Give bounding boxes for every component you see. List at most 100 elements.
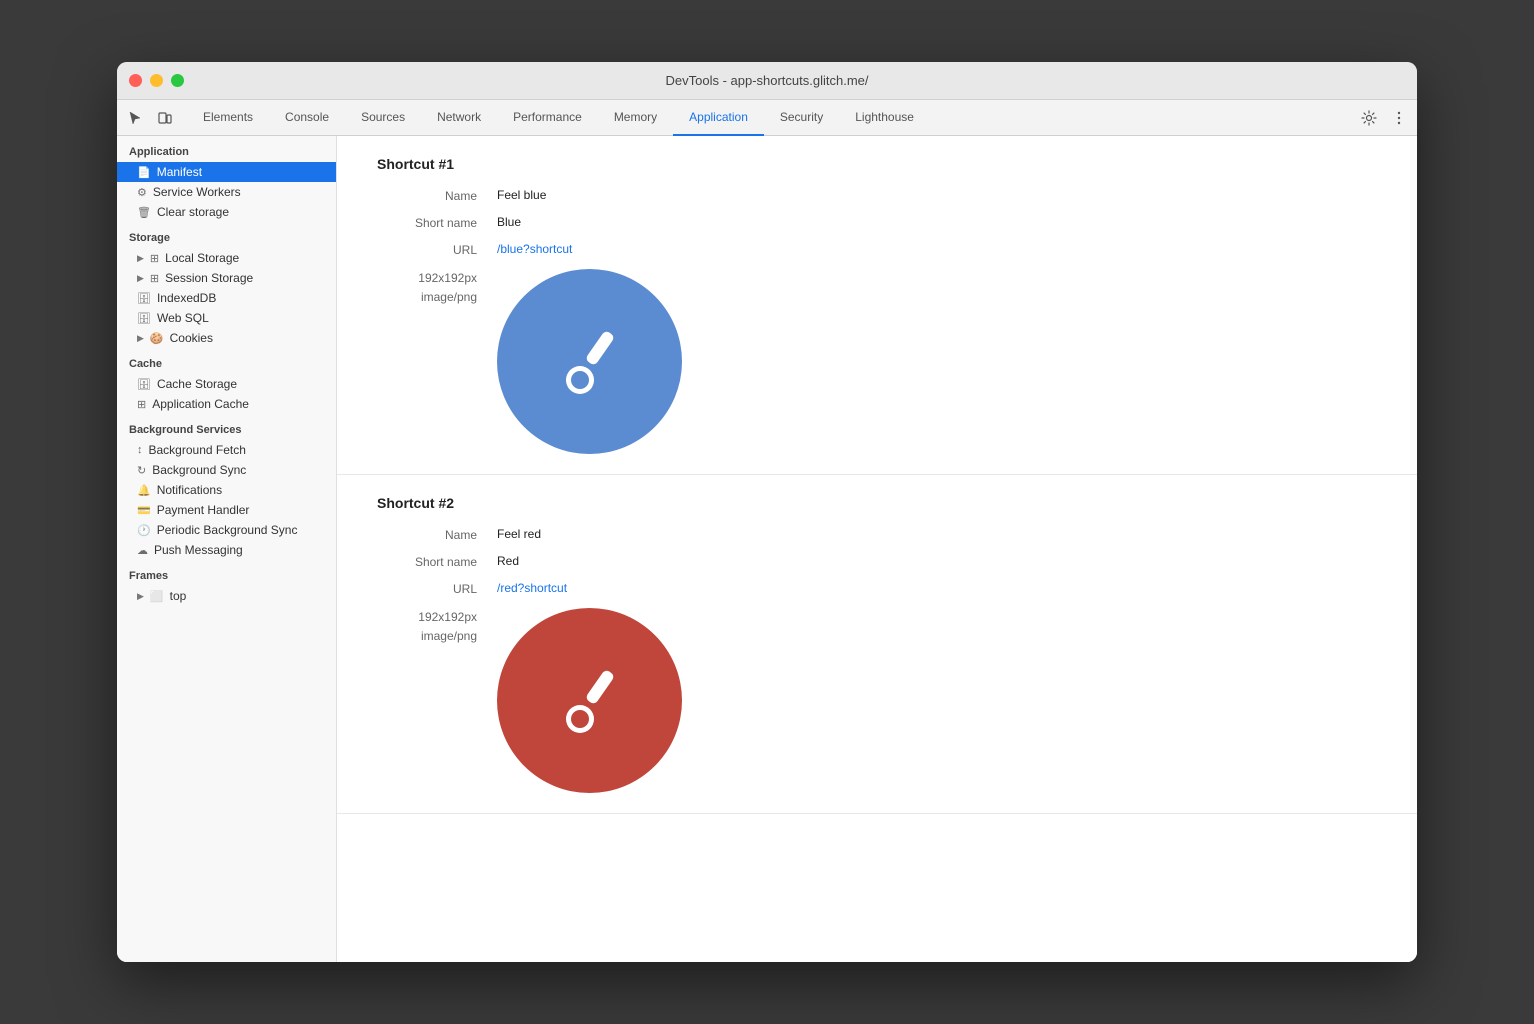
shortcut-1-short-name-label: Short name	[377, 215, 497, 230]
close-button[interactable]	[129, 74, 142, 87]
tab-elements[interactable]: Elements	[187, 100, 269, 136]
tab-sources[interactable]: Sources	[345, 100, 421, 136]
tabs-container: Elements Console Sources Network Perform…	[187, 100, 1355, 136]
sidebar-item-application-cache[interactable]: ⊞ Application Cache	[117, 394, 336, 414]
sidebar-item-periodic-background-sync[interactable]: 🕐 Periodic Background Sync	[117, 520, 336, 540]
shortcut-1-type-label: image/png	[377, 288, 477, 307]
devtools-panel: Elements Console Sources Network Perform…	[117, 100, 1417, 962]
shortcut-1-section: Shortcut #1 Name Feel blue Short name Bl…	[337, 136, 1417, 475]
shortcut-2-type-label: image/png	[377, 627, 477, 646]
maximize-button[interactable]	[171, 74, 184, 87]
tab-lighthouse[interactable]: Lighthouse	[839, 100, 930, 136]
cursor-icon-button[interactable]	[121, 104, 149, 132]
service-workers-icon: ⚙	[137, 186, 147, 199]
sidebar-item-service-workers[interactable]: ⚙ Service Workers	[117, 182, 336, 202]
tab-application[interactable]: Application	[673, 100, 764, 136]
shortcut-2-url-value[interactable]: /red?shortcut	[497, 581, 567, 595]
tab-memory[interactable]: Memory	[598, 100, 673, 136]
payment-handler-icon: 💳	[137, 504, 151, 517]
sidebar-item-web-sql[interactable]: 🗄 Web SQL	[117, 308, 336, 328]
tab-bar-right-controls	[1355, 104, 1413, 132]
sidebar-item-push-messaging[interactable]: ☁ Push Messaging	[117, 540, 336, 560]
frames-section-header: Frames	[117, 560, 336, 586]
shortcut-2-url-row: URL /red?shortcut	[377, 581, 1377, 596]
shortcut-2-title: Shortcut #2	[377, 495, 1377, 511]
tab-security[interactable]: Security	[764, 100, 839, 136]
sidebar-item-cache-storage[interactable]: 🗄 Cache Storage	[117, 374, 336, 394]
sidebar-item-clear-storage[interactable]: 🗑 Clear storage	[117, 202, 336, 222]
shortcut-1-name-row: Name Feel blue	[377, 188, 1377, 203]
shortcut-1-short-name-value: Blue	[497, 215, 521, 229]
window-title: DevTools - app-shortcuts.glitch.me/	[665, 73, 868, 88]
tab-bar: Elements Console Sources Network Perform…	[117, 100, 1417, 136]
expand-local-storage-arrow: ▶	[137, 253, 144, 264]
blue-paint-brush-icon	[550, 322, 630, 402]
expand-cookies-arrow: ▶	[137, 333, 144, 344]
title-bar: DevTools - app-shortcuts.glitch.me/	[117, 62, 1417, 100]
clear-storage-icon: 🗑	[137, 206, 151, 219]
background-sync-icon: ↻	[137, 464, 146, 477]
shortcut-2-name-row: Name Feel red	[377, 527, 1377, 542]
sidebar-item-local-storage[interactable]: ▶ ⊞ Local Storage	[117, 248, 336, 268]
tab-performance[interactable]: Performance	[497, 100, 598, 136]
more-options-button[interactable]	[1385, 104, 1413, 132]
window-controls	[129, 74, 184, 87]
shortcut-1-name-value: Feel blue	[497, 188, 546, 202]
shortcut-1-url-row: URL /blue?shortcut	[377, 242, 1377, 257]
content-area: Shortcut #1 Name Feel blue Short name Bl…	[337, 136, 1417, 962]
shortcut-1-url-value[interactable]: /blue?shortcut	[497, 242, 572, 256]
local-storage-icon: ⊞	[150, 252, 159, 265]
shortcut-2-short-name-label: Short name	[377, 554, 497, 569]
shortcut-2-image-meta: 192x192px image/png	[377, 608, 497, 646]
tab-console[interactable]: Console	[269, 100, 345, 136]
sidebar-item-indexeddb[interactable]: 🗄 IndexedDB	[117, 288, 336, 308]
frame-icon: ⬜	[150, 590, 164, 603]
sidebar-item-payment-handler[interactable]: 💳 Payment Handler	[117, 500, 336, 520]
shortcut-1-image-row: 192x192px image/png	[377, 269, 1377, 454]
shortcut-1-icon	[497, 269, 682, 454]
shortcut-2-short-name-value: Red	[497, 554, 519, 568]
browser-window: DevTools - app-shortcuts.glitch.me/	[117, 62, 1417, 962]
expand-top-arrow: ▶	[137, 591, 144, 602]
shortcut-1-short-name-row: Short name Blue	[377, 215, 1377, 230]
red-paint-brush-icon	[550, 661, 630, 741]
periodic-background-sync-icon: 🕐	[137, 524, 151, 537]
settings-button[interactable]	[1355, 104, 1383, 132]
shortcut-2-short-name-row: Short name Red	[377, 554, 1377, 569]
shortcut-2-name-value: Feel red	[497, 527, 541, 541]
application-section-header: Application	[117, 136, 336, 162]
sidebar-item-top-frame[interactable]: ▶ ⬜ top	[117, 586, 336, 606]
minimize-button[interactable]	[150, 74, 163, 87]
tab-network[interactable]: Network	[421, 100, 497, 136]
web-sql-icon: 🗄	[137, 312, 151, 325]
background-services-section-header: Background Services	[117, 414, 336, 440]
sidebar-item-cookies[interactable]: ▶ 🍪 Cookies	[117, 328, 336, 348]
application-cache-icon: ⊞	[137, 398, 146, 411]
shortcut-2-size-label: 192x192px	[377, 608, 477, 627]
shortcut-2-icon	[497, 608, 682, 793]
shortcut-2-url-label: URL	[377, 581, 497, 596]
push-messaging-icon: ☁	[137, 544, 148, 557]
indexeddb-icon: 🗄	[137, 292, 151, 305]
shortcut-1-name-label: Name	[377, 188, 497, 203]
sidebar-item-background-fetch[interactable]: ↕ Background Fetch	[117, 440, 336, 460]
cookies-icon: 🍪	[150, 332, 164, 345]
background-fetch-icon: ↕	[137, 444, 143, 456]
shortcut-2-section: Shortcut #2 Name Feel red Short name Red…	[337, 475, 1417, 814]
cache-storage-icon: 🗄	[137, 378, 151, 391]
sidebar-item-background-sync[interactable]: ↻ Background Sync	[117, 460, 336, 480]
session-storage-icon: ⊞	[150, 272, 159, 285]
sidebar-item-session-storage[interactable]: ▶ ⊞ Session Storage	[117, 268, 336, 288]
shortcut-1-size-label: 192x192px	[377, 269, 477, 288]
sidebar: Application 📄 Manifest ⚙ Service Workers…	[117, 136, 337, 962]
shortcut-1-url-label: URL	[377, 242, 497, 257]
shortcut-2-image-row: 192x192px image/png	[377, 608, 1377, 793]
shortcut-2-name-label: Name	[377, 527, 497, 542]
device-toolbar-button[interactable]	[151, 104, 179, 132]
shortcut-1-image-meta: 192x192px image/png	[377, 269, 497, 307]
notifications-icon: 🔔	[137, 484, 151, 497]
sidebar-item-notifications[interactable]: 🔔 Notifications	[117, 480, 336, 500]
sidebar-item-manifest[interactable]: 📄 Manifest	[117, 162, 336, 182]
expand-session-storage-arrow: ▶	[137, 273, 144, 284]
main-area: Application 📄 Manifest ⚙ Service Workers…	[117, 136, 1417, 962]
